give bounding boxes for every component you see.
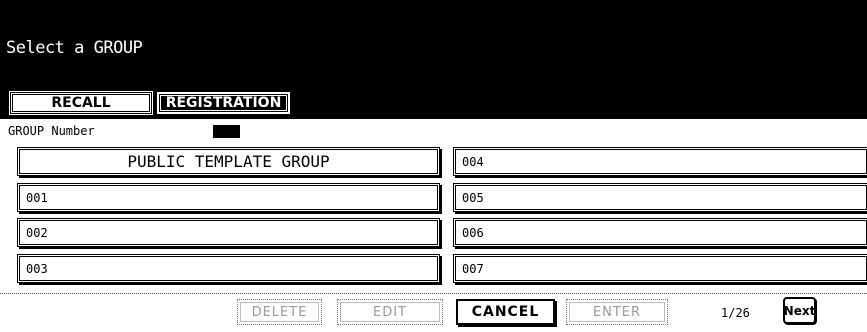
group-button-002[interactable]: 002 bbox=[19, 220, 438, 245]
group-button-003[interactable]: 003 bbox=[19, 256, 438, 281]
group-button-001[interactable]: 001 bbox=[19, 185, 438, 210]
next-page-button[interactable]: Next bbox=[783, 297, 816, 324]
header-bar: Select a GROUP RECALL REGISTRATION bbox=[0, 0, 867, 118]
cancel-button[interactable]: CANCEL bbox=[456, 299, 555, 325]
page-indicator: 1/26 bbox=[721, 306, 750, 320]
group-button-007[interactable]: 007 bbox=[455, 256, 867, 281]
group-button-006[interactable]: 006 bbox=[455, 220, 867, 245]
group-button-public-template[interactable]: PUBLIC TEMPLATE GROUP bbox=[19, 149, 438, 174]
tab-registration[interactable]: REGISTRATION bbox=[157, 92, 290, 114]
tab-recall[interactable]: RECALL bbox=[9, 91, 153, 115]
group-button-005[interactable]: 005 bbox=[455, 185, 867, 210]
group-number-field bbox=[213, 125, 240, 138]
edit-button[interactable]: EDIT bbox=[337, 299, 443, 325]
footer-divider bbox=[0, 293, 867, 294]
delete-button[interactable]: DELETE bbox=[237, 299, 322, 325]
divider bbox=[0, 118, 867, 119]
group-number-label: GROUP Number bbox=[8, 124, 95, 138]
enter-button[interactable]: ENTER bbox=[566, 299, 668, 325]
screen-title: Select a GROUP bbox=[6, 38, 143, 58]
group-button-004[interactable]: 004 bbox=[455, 149, 867, 174]
